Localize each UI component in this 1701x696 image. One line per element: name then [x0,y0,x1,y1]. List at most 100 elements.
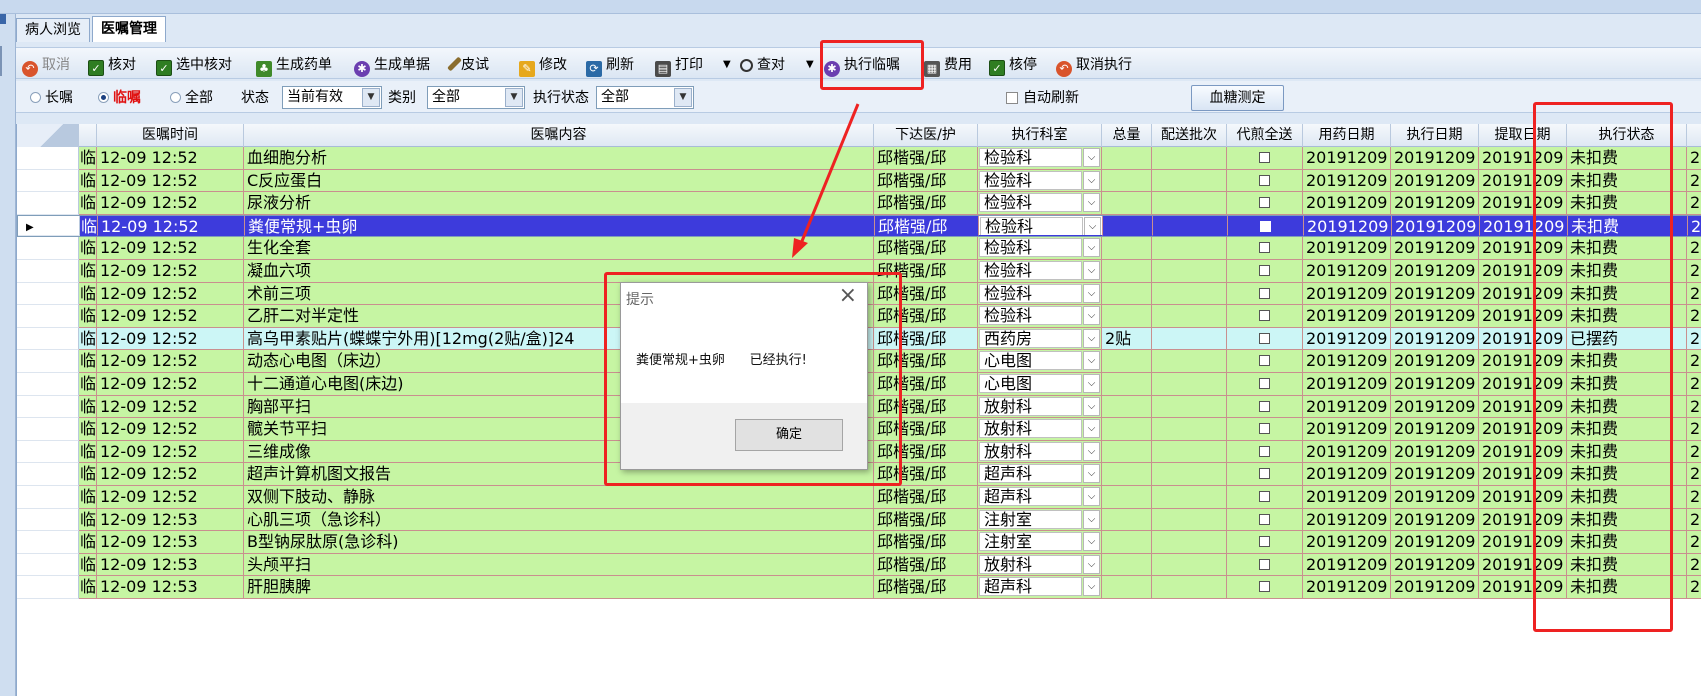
cell-dept[interactable]: 放射科 ⌵ [978,395,1102,419]
cell-deliver[interactable] [1227,260,1303,283]
skin-test-button[interactable]: 皮试 [447,54,489,76]
fee-button[interactable]: ▦ 费用 [924,54,972,77]
cell-deliver[interactable] [1227,237,1303,260]
chevron-down-icon[interactable]: ⌵ [1083,306,1100,326]
chevron-down-icon[interactable]: ⌵ [1083,238,1100,258]
deliver-checkbox[interactable] [1258,174,1270,186]
chevron-down-icon[interactable]: ⌵ [1083,554,1100,574]
cell-deliver[interactable] [1227,327,1303,351]
verify-stop-button[interactable]: ✓ 核停 [989,54,1037,76]
deliver-checkbox[interactable] [1258,400,1270,412]
auto-refresh-checkbox[interactable]: 自动刷新 [1006,88,1079,108]
deliver-checkbox[interactable] [1258,152,1270,163]
header-doctor[interactable]: 下达医/护 [874,124,978,147]
table-row[interactable]: 临 12-09 12:53 心肌三项（急诊科） 邱楷强/邱 注射室 ⌵ 20191209 20… [17,508,1701,532]
tab-patient-browse[interactable]: 病人浏览 [16,18,90,42]
cell-dept[interactable]: 西药房 ⌵ [978,327,1102,351]
category-select[interactable]: 全部 ▼ [427,86,525,109]
header-exec-status[interactable]: 执行状态 [1567,124,1687,147]
chevron-down-icon[interactable]: ⌵ [1083,509,1100,529]
chevron-down-icon[interactable]: ⌵ [1083,170,1100,190]
cell-deliver[interactable] [1227,350,1303,373]
deliver-checkbox[interactable] [1258,310,1270,322]
cell-deliver[interactable] [1227,576,1303,599]
cell-dept[interactable]: 检验科 ⌵ [978,305,1102,328]
cell-deliver[interactable] [1227,463,1303,486]
table-row[interactable]: 临 12-09 12:53 头颅平扫 邱楷强/邱 放射科 ⌵ 20191209 2019120… [17,553,1701,577]
chevron-down-icon[interactable]: ⌵ [1083,577,1100,597]
cell-deliver[interactable] [1227,440,1303,464]
deliver-checkbox[interactable] [1258,332,1270,344]
cell-deliver[interactable] [1227,418,1303,441]
cell-dept[interactable]: 检验科 ⌵ [978,147,1102,170]
chevron-down-icon[interactable]: ⌵ [1083,419,1100,439]
cell-dept[interactable]: 检验科 ⌵ [978,237,1102,260]
chevron-down-icon[interactable]: ⌵ [1083,148,1100,167]
chevron-down-icon[interactable]: ⌵ [1083,464,1100,484]
chevron-down-icon[interactable]: ⌵ [1083,374,1100,393]
deliver-checkbox[interactable] [1258,536,1270,548]
deliver-checkbox[interactable] [1258,197,1270,209]
chevron-down-icon[interactable]: ⌵ [1083,193,1100,213]
cancel-button[interactable]: ↶ 取消 [22,54,70,77]
cell-dept[interactable]: 超声科 ⌵ [978,463,1102,486]
table-row[interactable]: 临12-09 12:52 粪便常规+虫卵 邱楷强/邱 检验科⌵ 20191209 2019… [17,214,1701,238]
cell-deliver[interactable] [1227,305,1303,328]
cell-deliver[interactable] [1227,486,1303,509]
cell-deliver[interactable] [1227,553,1303,577]
ok-button[interactable]: 确定 [735,419,843,451]
chevron-down-icon[interactable]: ⌵ [1084,216,1101,236]
header-total[interactable]: 总量 [1102,124,1152,147]
table-row[interactable]: 临 12-09 12:52 C反应蛋白 邱楷强/邱 检验科 ⌵ 20191209 201912… [17,169,1701,193]
deliver-checkbox[interactable] [1258,491,1270,502]
cell-dept[interactable]: 检验科 ⌵ [979,215,1103,237]
chevron-down-icon[interactable]: ⌵ [1083,487,1100,506]
deliver-checkbox[interactable] [1258,265,1270,276]
table-row[interactable]: 临 12-09 12:52 尿液分析 邱楷强/邱 检验科 ⌵ 20191209 2019120… [17,192,1701,215]
header-batch[interactable]: 配送批次 [1152,124,1227,147]
table-row[interactable]: 临 12-09 12:53 B型钠尿肽原(急诊科) 邱楷强/邱 注射室 ⌵ 20191209… [17,531,1701,554]
cell-dept[interactable]: 心电图 ⌵ [978,373,1102,396]
table-row[interactable]: 临 12-09 12:52 血细胞分析 邱楷强/邱 检验科 ⌵ 20191209 201912… [17,147,1701,170]
check-button[interactable]: 查对 [740,54,785,76]
print-dropdown-arrow[interactable]: ▼ [723,54,731,76]
exec-status-select[interactable]: 全部 ▼ [596,86,694,109]
deliver-checkbox[interactable] [1258,378,1270,389]
cell-dept[interactable]: 检验科 ⌵ [978,282,1102,306]
cancel-execution-button[interactable]: ↶ 取消执行 [1056,54,1132,77]
cell-dept[interactable]: 检验科 ⌵ [978,169,1102,193]
cell-dept[interactable]: 放射科 ⌵ [978,418,1102,441]
refresh-button[interactable]: ⟳ 刷新 [586,54,634,77]
cell-dept[interactable]: 注射室 ⌵ [978,531,1102,554]
deliver-checkbox[interactable] [1258,558,1270,570]
tab-order-management[interactable]: 医嘱管理 [92,16,166,42]
chevron-down-icon[interactable]: ⌵ [1083,351,1100,371]
header-content[interactable]: 医嘱内容 [244,124,874,147]
table-row[interactable]: 临 12-09 12:52 凝血六项 邱楷强/邱 检验科 ⌵ 20191209 2019120… [17,260,1701,283]
chevron-down-icon[interactable]: ⌵ [1083,328,1100,348]
chevron-down-icon[interactable]: ⌵ [1083,396,1100,416]
close-icon[interactable]: × [839,285,857,307]
deliver-checkbox[interactable] [1258,242,1270,254]
cell-dept[interactable]: 超声科 ⌵ [978,486,1102,509]
cell-dept[interactable]: 注射室 ⌵ [978,508,1102,532]
generate-form-button[interactable]: ✱ 生成单据 [354,54,430,77]
cell-dept[interactable]: 放射科 ⌵ [978,553,1102,577]
header-med-date[interactable]: 用药日期 [1303,124,1391,147]
deliver-checkbox[interactable] [1258,445,1270,457]
chevron-down-icon[interactable]: ⌵ [1083,261,1100,280]
header-exec-date[interactable]: 执行日期 [1391,124,1479,147]
header-deliver[interactable]: 代煎全送 [1227,124,1303,147]
status-select[interactable]: 当前有效 ▼ [282,86,382,109]
radio-temporary[interactable]: 临嘱 [98,88,141,108]
cell-deliver[interactable] [1227,282,1303,306]
cell-deliver[interactable] [1227,192,1303,215]
cell-deliver[interactable] [1227,395,1303,419]
table-row[interactable]: 临 12-09 12:52 双侧下肢动、静脉 邱楷强/邱 超声科 ⌵ 20191209 201… [17,486,1701,509]
header-dept[interactable]: 执行科室 [978,124,1102,147]
glucose-test-button[interactable]: 血糖测定 [1191,85,1284,111]
execute-temporary-order-button[interactable]: ✱ 执行临嘱 [824,54,900,77]
deliver-checkbox[interactable] [1258,423,1270,435]
radio-all[interactable]: 全部 [170,88,213,108]
cell-dept[interactable]: 检验科 ⌵ [978,192,1102,215]
